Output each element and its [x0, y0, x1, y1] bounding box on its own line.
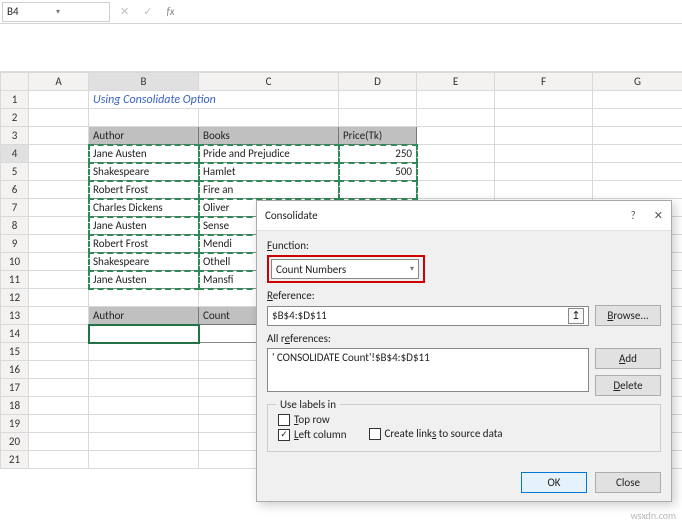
function-label: unction:: [272, 239, 309, 252]
table-cell[interactable]: Pride and Prejudice: [199, 145, 338, 162]
col-header-b[interactable]: B: [89, 73, 199, 91]
corner-cell[interactable]: [1, 73, 29, 91]
row-header[interactable]: 4: [1, 145, 29, 163]
row-header[interactable]: 13: [1, 307, 29, 325]
row-header[interactable]: 18: [1, 397, 29, 415]
table-header: Author: [89, 127, 198, 144]
col-header-c[interactable]: C: [199, 73, 339, 91]
table-cell[interactable]: Jane Austen: [89, 145, 198, 162]
table-cell[interactable]: Jane Austen: [89, 271, 198, 288]
add-button[interactable]: Add: [595, 348, 661, 369]
row-header[interactable]: 8: [1, 217, 29, 235]
help-icon[interactable]: ?: [631, 209, 636, 222]
col-header-f[interactable]: F: [495, 73, 593, 91]
left-column-checkbox[interactable]: ✓: [278, 429, 290, 441]
row-header[interactable]: 16: [1, 361, 29, 379]
active-cell[interactable]: [89, 325, 199, 343]
row-header[interactable]: 5: [1, 163, 29, 181]
col-header-d[interactable]: D: [339, 73, 417, 91]
row-header[interactable]: 6: [1, 181, 29, 199]
function-value: Count Numbers: [276, 263, 346, 276]
row-header[interactable]: 15: [1, 343, 29, 361]
list-item[interactable]: ' CONSOLIDATE Count'!$B$4:$D$11: [272, 351, 584, 364]
chevron-down-icon: ▾: [410, 264, 414, 274]
range-picker-icon[interactable]: ↥: [568, 308, 584, 324]
row-header[interactable]: 14: [1, 325, 29, 343]
row-header[interactable]: 19: [1, 415, 29, 433]
table-cell[interactable]: Robert Frost: [89, 235, 198, 252]
table-header: Price(Tk): [339, 127, 416, 144]
table-cell[interactable]: Fire an: [199, 181, 338, 198]
name-box-value: B4: [7, 5, 56, 18]
col-header-g[interactable]: G: [593, 73, 682, 91]
allrefs-label: All references:: [267, 332, 661, 345]
row-header[interactable]: 9: [1, 235, 29, 253]
table-header: Books: [199, 127, 338, 144]
table-cell[interactable]: Charles Dickens: [89, 199, 198, 216]
confirm-formula-icon: ✓: [143, 5, 152, 18]
table-cell[interactable]: 250: [339, 145, 416, 162]
row-header[interactable]: 20: [1, 433, 29, 451]
table-cell[interactable]: Jane Austen: [89, 217, 198, 234]
row-header[interactable]: 11: [1, 271, 29, 289]
left-column-label: Left column: [294, 428, 347, 441]
table-cell[interactable]: Hamlet: [199, 163, 338, 180]
cancel-formula-icon: ✕: [120, 5, 129, 18]
create-links-checkbox[interactable]: [369, 428, 381, 440]
row-header[interactable]: 7: [1, 199, 29, 217]
title-text: Using Consolidate Option: [89, 91, 338, 108]
row-header[interactable]: 2: [1, 109, 29, 127]
table-cell[interactable]: 500: [339, 163, 416, 180]
col-header-e[interactable]: E: [417, 73, 495, 91]
create-links-label: Create links to source data: [385, 427, 503, 440]
reference-label: eference:: [273, 289, 315, 302]
table-cell[interactable]: Robert Frost: [89, 181, 198, 198]
ok-button[interactable]: OK: [521, 472, 587, 493]
dialog-title: Consolidate: [265, 209, 318, 222]
table-header: Author: [89, 307, 198, 324]
table-cell[interactable]: Shakespeare: [89, 253, 198, 270]
all-references-list[interactable]: ' CONSOLIDATE Count'!$B$4:$D$11: [267, 348, 589, 392]
close-icon[interactable]: ✕: [654, 209, 663, 222]
name-box[interactable]: B4 ▾: [2, 2, 110, 22]
ribbon-area: [0, 24, 682, 72]
reference-input[interactable]: $B$4:$D$11 ↥: [267, 306, 589, 326]
top-row-label: Top row: [294, 413, 330, 426]
delete-button[interactable]: Delete: [595, 375, 661, 396]
browse-button[interactable]: Browse...: [595, 305, 661, 326]
group-legend: Use labels in: [276, 398, 340, 411]
row-header[interactable]: 17: [1, 379, 29, 397]
fx-icon[interactable]: fx: [166, 5, 174, 18]
col-header-a[interactable]: A: [29, 73, 89, 91]
consolidate-dialog: Consolidate ? ✕ Function: Count Numbers …: [256, 200, 672, 502]
table-cell[interactable]: Shakespeare: [89, 163, 198, 180]
row-header[interactable]: 3: [1, 127, 29, 145]
row-header[interactable]: 1: [1, 91, 29, 109]
watermark: wsxdn.com: [631, 509, 676, 522]
chevron-down-icon: ▾: [56, 7, 105, 17]
function-highlight: Count Numbers ▾: [267, 255, 425, 283]
row-header[interactable]: 10: [1, 253, 29, 271]
reference-value: $B$4:$D$11: [272, 309, 327, 322]
close-button[interactable]: Close: [595, 472, 661, 493]
function-combo[interactable]: Count Numbers ▾: [271, 259, 419, 279]
top-row-checkbox[interactable]: [278, 414, 290, 426]
row-header[interactable]: 12: [1, 289, 29, 307]
row-header[interactable]: 21: [1, 451, 29, 469]
